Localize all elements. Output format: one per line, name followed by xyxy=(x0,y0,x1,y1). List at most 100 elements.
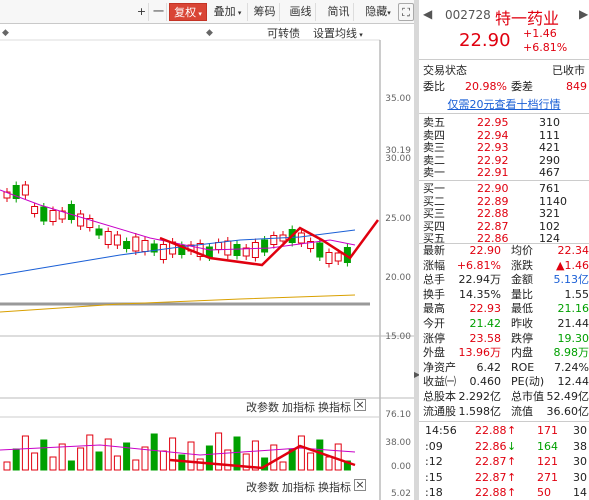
stat-label: 流值 xyxy=(511,404,533,418)
candle-body xyxy=(316,242,324,258)
stats-row: 外盘 13.96万 内盘 8.98万 xyxy=(419,346,589,359)
add-indicator-button[interactable]: 加指标 xyxy=(282,479,315,495)
stats-row: 换手 14.35% 量比 1.55 xyxy=(419,288,589,301)
stat-value: 36.60亿 xyxy=(546,404,589,418)
volume-tick: 76.10 xyxy=(385,410,411,420)
volume-bar xyxy=(113,455,121,471)
level2-promo-link[interactable]: 仅需20元查看十档行情 xyxy=(419,98,589,111)
stats-row: 流通股 1.598亿 流值 36.60亿 xyxy=(419,405,589,418)
stat-value: 7.24% xyxy=(554,360,589,374)
status-label: 交易状态 xyxy=(423,64,467,77)
stat-label: 昨收 xyxy=(511,317,533,330)
book-volume: 421 xyxy=(539,141,560,154)
book-row: 卖二 22.92 290 xyxy=(419,154,589,167)
tick-time: 14:56 xyxy=(425,424,457,437)
volume-bar xyxy=(40,439,48,471)
book-volume: 290 xyxy=(539,153,560,167)
volume-bar xyxy=(95,451,103,471)
candle-body xyxy=(77,213,85,227)
quote-panel: ◀ 002728 特一药业 ▶ 22.90 +1.46 +6.81% 交易状态 … xyxy=(419,0,589,500)
volume-bar xyxy=(196,458,204,471)
prev-stock-icon[interactable]: ◀ xyxy=(423,7,432,21)
candle-body xyxy=(67,204,75,220)
book-row: 买一 22.90 761 xyxy=(419,182,589,195)
tick-count: 30 xyxy=(573,470,587,484)
candle-body xyxy=(31,206,39,214)
stat-value: 22.93 xyxy=(469,302,502,316)
stat-value: 13.96万 xyxy=(458,346,502,360)
stat-value: 2.292亿 xyxy=(458,390,502,403)
stat-label: ROE xyxy=(511,360,535,374)
candle-body xyxy=(104,231,112,245)
switch-indicator-button[interactable]: 换指标 xyxy=(318,399,351,415)
book-level: 买四 xyxy=(423,219,445,233)
tick-volume: 171 xyxy=(537,424,558,437)
stats-row: 总手 22.94万 金额 5.13亿 xyxy=(419,273,589,286)
stat-value: 22.94万 xyxy=(458,273,502,287)
volume-bar xyxy=(187,441,195,471)
stats-row: 今开 21.42 昨收 21.44 xyxy=(419,317,589,330)
book-price: 22.88 xyxy=(477,207,509,220)
volume-bar xyxy=(12,448,20,471)
tick-count: 14 xyxy=(573,486,587,499)
tick-arrow-icon: ↑ xyxy=(507,470,517,484)
tick-time: :18 xyxy=(425,486,443,499)
book-price: 22.92 xyxy=(477,153,509,167)
close-icon[interactable]: × xyxy=(354,479,366,491)
edit-params-button[interactable]: 改参数 xyxy=(246,479,279,495)
stock-code: 002728 xyxy=(445,8,491,22)
candle-body xyxy=(113,234,121,246)
tick-arrow-icon: ↑ xyxy=(507,455,517,468)
volume-bar xyxy=(3,461,11,471)
edit-params-button[interactable]: 改参数 xyxy=(246,399,279,415)
candle-body xyxy=(251,242,259,258)
book-price: 22.93 xyxy=(477,141,509,154)
switch-indicator-button[interactable]: 换指标 xyxy=(318,479,351,495)
weibi-row: 委比 20.98% 委差 849 xyxy=(419,80,589,93)
book-level: 卖五 xyxy=(423,116,445,129)
volume-bar xyxy=(150,433,158,471)
stat-value: 14.35% xyxy=(459,287,501,301)
candle-body xyxy=(40,206,48,222)
stat-label: 均价 xyxy=(511,244,533,257)
tick-volume: 271 xyxy=(537,470,558,484)
volume-bar xyxy=(205,445,213,471)
price-tick: 35.00 xyxy=(385,94,411,104)
volume-bar xyxy=(251,440,259,471)
stat-label: 涨跌 xyxy=(511,258,533,272)
price-tick: 15.00 xyxy=(385,332,411,342)
candle-body xyxy=(233,244,241,256)
book-volume: 467 xyxy=(539,166,560,179)
stat-value: 12.44 xyxy=(557,375,589,389)
stat-value: 21.16 xyxy=(557,302,589,316)
close-icon[interactable]: × xyxy=(354,399,366,411)
stat-value: 19.30 xyxy=(557,331,589,345)
candle-body xyxy=(325,252,333,264)
tick-price: 22.87 xyxy=(475,455,507,468)
volume-bars xyxy=(0,432,356,471)
volume-tick: 5.02 xyxy=(390,489,411,499)
volume-bar xyxy=(77,447,85,471)
stats-row: 最新 22.90 均价 22.34 xyxy=(419,244,589,257)
tick-price: 22.86 xyxy=(475,439,507,453)
book-level: 卖二 xyxy=(423,153,445,167)
volume-bar xyxy=(270,444,278,471)
stat-label: 内盘 xyxy=(511,346,533,360)
volume-bar xyxy=(297,435,305,471)
kline-chart[interactable] xyxy=(0,0,417,500)
stats-row: 净资产 6.42 ROE 7.24% xyxy=(419,361,589,374)
stat-label: 外盘 xyxy=(423,346,445,360)
candle-body xyxy=(159,244,167,260)
book-price: 22.89 xyxy=(477,194,509,208)
next-stock-icon[interactable]: ▶ xyxy=(579,7,588,21)
candle-body xyxy=(205,246,213,258)
book-level: 买三 xyxy=(423,207,445,220)
price-change-pct: +6.81% xyxy=(523,41,568,54)
volume-bar xyxy=(21,435,29,471)
weibi-value: 20.98% xyxy=(465,80,507,93)
book-level: 买一 xyxy=(423,182,445,195)
stat-value: 5.13亿 xyxy=(553,273,589,287)
add-indicator-button[interactable]: 加指标 xyxy=(282,399,315,415)
book-level: 卖三 xyxy=(423,141,445,154)
tick-time: :12 xyxy=(425,455,443,468)
